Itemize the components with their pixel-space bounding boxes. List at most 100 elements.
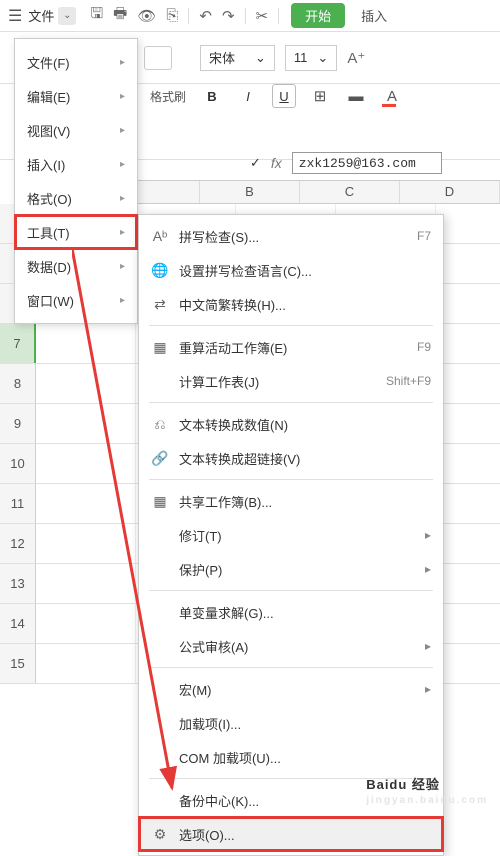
preview-icon[interactable]: 👁 <box>137 7 156 25</box>
font-size-select[interactable]: 11⌄ <box>285 45 337 71</box>
separator <box>149 325 433 326</box>
tools-submenu: Aᵇ拼写检查(S)...F7🌐设置拼写检查语言(C)...⇄中文简繁转换(H).… <box>138 214 444 856</box>
undo-icon[interactable]: ↶ <box>199 7 212 25</box>
row-header[interactable]: 15 <box>0 644 36 683</box>
formula-bar: ✓ fx <box>250 152 442 174</box>
submenu-item[interactable]: 加载项(I)... <box>139 706 443 740</box>
row-header[interactable]: 14 <box>0 604 36 643</box>
shortcut-label: F9 <box>417 340 431 354</box>
menu-item[interactable]: 文件(F)▸ <box>15 45 137 79</box>
cell[interactable] <box>36 404 136 443</box>
chevron-right-icon: ▸ <box>120 295 125 306</box>
clipboard-icon <box>144 46 172 70</box>
submenu-label: 重算活动工作簿(E) <box>179 338 407 357</box>
separator <box>149 590 433 591</box>
shortcut-label: Shift+F9 <box>386 374 431 388</box>
submenu-label: 文本转换成数值(N) <box>179 415 431 434</box>
submenu-item[interactable]: ⎌文本转换成数值(N) <box>139 407 443 441</box>
row-header[interactable]: 8 <box>0 364 36 403</box>
font-family-select[interactable]: 宋体⌄ <box>200 45 275 71</box>
submenu-label: COM 加载项(U)... <box>179 748 431 767</box>
formula-input[interactable] <box>292 152 442 174</box>
cell[interactable] <box>36 444 136 483</box>
row-header[interactable]: 7 <box>0 324 36 363</box>
separator <box>188 8 189 24</box>
cell[interactable] <box>36 324 136 363</box>
menu-item-label: 窗口(W) <box>27 291 74 310</box>
col-header[interactable]: C <box>300 181 400 203</box>
menu-item[interactable]: 插入(I)▸ <box>15 147 137 181</box>
cell[interactable] <box>36 604 136 643</box>
cell[interactable] <box>36 484 136 523</box>
cell[interactable] <box>36 524 136 563</box>
submenu-item[interactable]: 修订(T)▸ <box>139 518 443 552</box>
paste-button[interactable] <box>144 46 172 70</box>
chevron-down-icon[interactable]: ⌄ <box>58 7 76 25</box>
redo-icon[interactable]: ↷ <box>222 7 235 25</box>
increase-font-icon[interactable]: A⁺ <box>347 49 365 67</box>
fx-icon[interactable]: fx <box>271 155 282 171</box>
menu-item[interactable]: 工具(T)▸ <box>15 215 137 249</box>
submenu-item[interactable]: ▦重算活动工作簿(E)F9 <box>139 330 443 364</box>
col-header[interactable]: D <box>400 181 500 203</box>
shortcut-label: F7 <box>417 229 431 243</box>
bold-button[interactable]: B <box>200 84 224 108</box>
menu-item-label: 数据(D) <box>27 257 71 276</box>
col-header[interactable]: B <box>200 181 300 203</box>
submenu-item[interactable]: 单变量求解(G)... <box>139 595 443 629</box>
submenu-label: 单变量求解(G)... <box>179 603 431 622</box>
submenu-item[interactable]: ⚙选项(O)... <box>139 817 443 851</box>
menu-item[interactable]: 视图(V)▸ <box>15 113 137 147</box>
menu-item[interactable]: 编辑(E)▸ <box>15 79 137 113</box>
cell[interactable] <box>36 564 136 603</box>
cut-icon[interactable]: ✂ <box>256 7 269 25</box>
row-header[interactable]: 10 <box>0 444 36 483</box>
row-header[interactable]: 9 <box>0 404 36 443</box>
cell[interactable] <box>36 364 136 403</box>
submenu-item[interactable]: Aᵇ拼写检查(S)...F7 <box>139 219 443 253</box>
row-header[interactable]: 12 <box>0 524 36 563</box>
border-button[interactable]: ⊞ <box>308 84 332 108</box>
submenu-item[interactable]: COM 加载项(U)... <box>139 740 443 774</box>
print-icon[interactable]: 🖶 <box>113 3 127 28</box>
submenu-label: 共享工作簿(B)... <box>179 492 431 511</box>
doc-icon[interactable]: ⎘ <box>166 7 178 24</box>
insert-tab[interactable]: 插入 <box>361 6 387 25</box>
row-header[interactable]: 13 <box>0 564 36 603</box>
submenu-item[interactable]: 公式审核(A)▸ <box>139 629 443 663</box>
menu-icon[interactable]: ☰ <box>8 6 22 26</box>
submenu-item[interactable]: ▦共享工作簿(B)... <box>139 484 443 518</box>
submenu-item[interactable]: ⇄中文简繁转换(H)... <box>139 287 443 321</box>
menu-item[interactable]: 窗口(W) ▸ <box>15 283 137 317</box>
save-icon[interactable]: 🖫 <box>90 3 103 28</box>
submenu-item[interactable]: 🌐设置拼写检查语言(C)... <box>139 253 443 287</box>
chevron-right-icon: ▸ <box>120 125 125 136</box>
format-painter[interactable]: 格式刷 <box>150 88 186 105</box>
start-tab[interactable]: 开始 <box>291 3 345 28</box>
chevron-right-icon: ▸ <box>120 57 125 68</box>
separator <box>245 8 246 24</box>
submenu-item[interactable]: 🔗文本转换成超链接(V) <box>139 441 443 475</box>
fill-color-button[interactable]: ▬ <box>344 84 368 108</box>
cell[interactable] <box>36 644 136 683</box>
submenu-item[interactable]: 宏(M)▸ <box>139 672 443 706</box>
file-menu[interactable]: 文件 ⌄ <box>28 6 76 25</box>
insert-function-icon[interactable]: ✓ <box>250 155 261 171</box>
chevron-right-icon: ▸ <box>425 528 431 542</box>
separator <box>149 667 433 668</box>
underline-button[interactable]: U <box>272 84 296 108</box>
submenu-item[interactable]: 计算工作表(J) Shift+F9 <box>139 364 443 398</box>
row-header[interactable]: 11 <box>0 484 36 523</box>
font-color-button[interactable]: A <box>380 84 404 108</box>
chevron-right-icon: ▸ <box>425 562 431 576</box>
italic-button[interactable]: I <box>236 84 260 108</box>
menu-icon: 🌐 <box>151 262 169 279</box>
titlebar: ☰ 文件 ⌄ 🖫 🖶 👁 ⎘ ↶ ↷ ✂ 开始 插入 <box>0 0 500 32</box>
submenu-item[interactable]: 保护(P)▸ <box>139 552 443 586</box>
separator <box>149 402 433 403</box>
menu-item[interactable]: 格式(O)▸ <box>15 181 137 215</box>
quick-toolbar: 🖫 🖶 👁 ⎘ ↶ ↷ ✂ <box>90 3 279 28</box>
menu-item[interactable]: 数据(D)▸ <box>15 249 137 283</box>
submenu-label: 计算工作表(J) <box>179 372 376 391</box>
watermark: Baidu 经验 jingyan.baidu.com <box>366 772 488 806</box>
